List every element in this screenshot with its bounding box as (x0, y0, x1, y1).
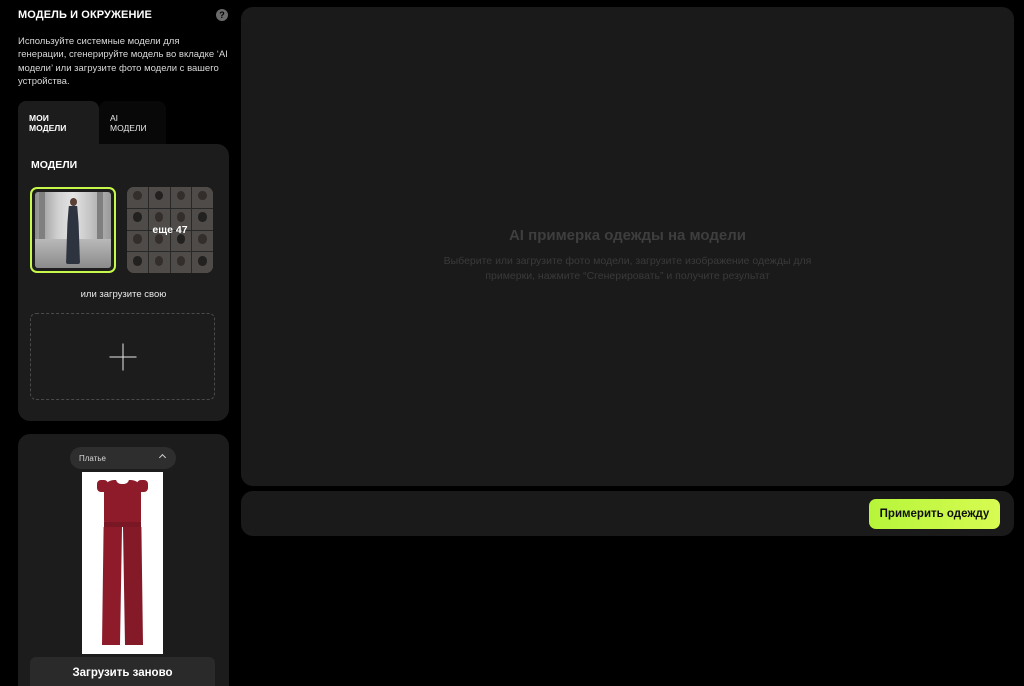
sidebar-header: МОДЕЛЬ И ОКРУЖЕНИЕ ? (18, 8, 230, 24)
model-photo (35, 192, 111, 268)
sidebar-description: Используйте системные модели для генерац… (18, 36, 228, 87)
sidebar: МОДЕЛЬ И ОКРУЖЕНИЕ ? Используйте системн… (0, 0, 234, 686)
models-title: МОДЕЛИ (31, 159, 78, 171)
garment-category-value: Платье (79, 453, 106, 463)
models-panel: МОДЕЛИ еще 47 или загрузите свою (18, 144, 229, 421)
reupload-button[interactable]: Загрузить заново (30, 657, 215, 686)
empty-state-description: Выберите или загрузите фото модели, загр… (443, 255, 812, 282)
plus-icon (109, 343, 136, 370)
more-models-count: еще 47 (127, 187, 213, 273)
tab-my-models[interactable]: МОИ МОДЕЛИ (18, 101, 99, 144)
try-on-button[interactable]: Примерить одежду (869, 499, 1000, 529)
result-canvas: AI примерка одежды на модели Выберите ил… (241, 7, 1014, 486)
more-models-thumbnail[interactable]: еще 47 (127, 187, 213, 273)
upload-model-dropzone[interactable] (30, 313, 215, 400)
sidebar-title: МОДЕЛЬ И ОКРУЖЕНИЕ (18, 9, 152, 21)
garment-panel: Платье Загрузить заново (18, 434, 229, 686)
model-tabs: МОИ МОДЕЛИ AI МОДЕЛИ (18, 101, 166, 144)
help-icon[interactable]: ? (216, 9, 228, 21)
model-thumbnail-selected[interactable] (30, 187, 116, 273)
upload-own-label: или загрузите свою (80, 289, 167, 300)
action-bar: Примерить одежду (241, 491, 1014, 536)
garment-category-select[interactable]: Платье (70, 447, 176, 469)
tab-ai-models[interactable]: AI МОДЕЛИ (99, 101, 166, 144)
empty-state-title: AI примерка одежды на модели (508, 227, 747, 244)
chevron-up-icon (158, 453, 167, 462)
garment-image (82, 472, 163, 654)
